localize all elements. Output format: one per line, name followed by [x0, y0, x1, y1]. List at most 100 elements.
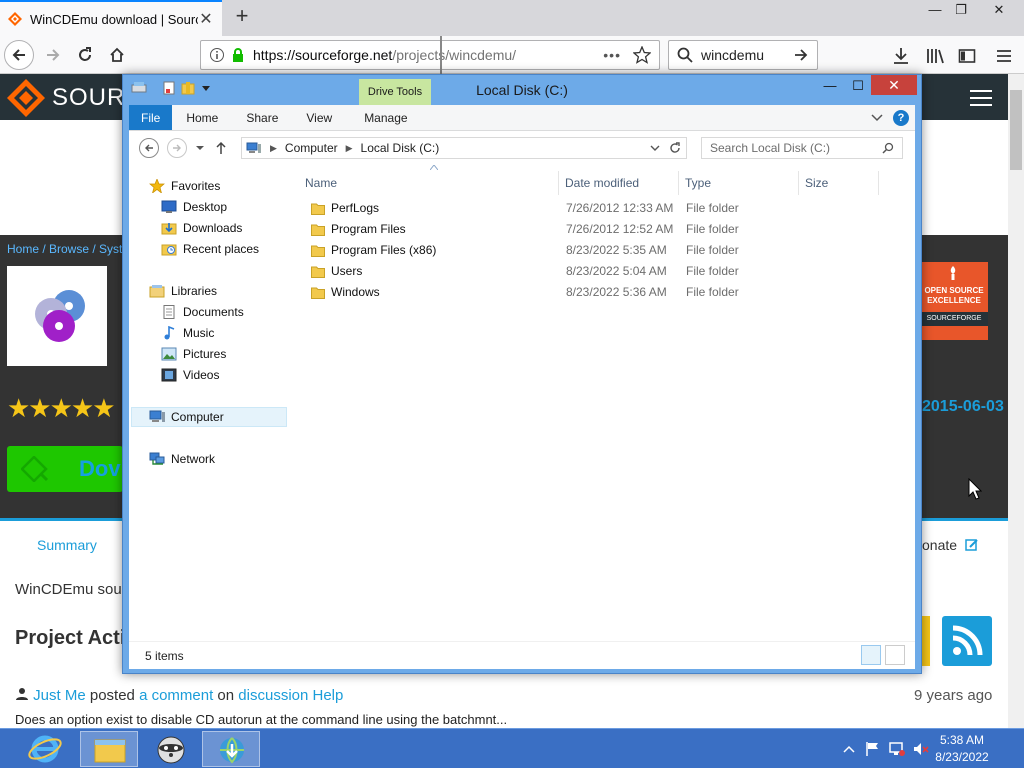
- reload-button[interactable]: [70, 40, 100, 70]
- menu-icon[interactable]: [996, 48, 1012, 64]
- refresh-icon[interactable]: [668, 141, 682, 155]
- bookmark-star-icon[interactable]: [633, 46, 651, 64]
- search-go-icon[interactable]: [793, 47, 809, 63]
- breadcrumb-computer[interactable]: Computer: [285, 141, 338, 155]
- browser-tab-active[interactable]: WinCDEmu download | SourceForge.net ✕: [0, 0, 222, 36]
- table-row[interactable]: Program Files (x86) 8/23/2022 5:35 AM Fi…: [305, 240, 905, 261]
- up-arrow-icon[interactable]: [215, 141, 227, 155]
- browser-close-button[interactable]: ✕: [982, 0, 1016, 22]
- nav-documents[interactable]: Documents: [161, 302, 244, 322]
- table-row[interactable]: Windows 8/23/2022 5:36 AM File folder: [305, 282, 905, 303]
- address-bar[interactable]: ▶ Computer ▶ Local Disk (C:): [241, 137, 687, 159]
- explorer-maximize-button[interactable]: ☐: [843, 75, 873, 97]
- chevron-right-icon[interactable]: ▶: [346, 143, 353, 154]
- nav-pictures[interactable]: Pictures: [161, 344, 226, 364]
- expand-ribbon-icon[interactable]: [871, 113, 883, 123]
- home-icon: [110, 47, 124, 62]
- search-input[interactable]: wincdemu: [668, 40, 818, 70]
- raccoon-app-button[interactable]: [142, 731, 200, 767]
- library-icon[interactable]: [926, 47, 944, 65]
- address-dropdown-icon[interactable]: [650, 143, 660, 153]
- nav-music[interactable]: Music: [161, 323, 214, 343]
- sourceforge-favicon-icon: [8, 12, 22, 26]
- explorer-search-input[interactable]: Search Local Disk (C:): [701, 137, 903, 159]
- breadcrumb[interactable]: Home / Browse / Syste: [7, 242, 129, 256]
- internet-explorer-button[interactable]: [16, 731, 74, 767]
- tab-donate[interactable]: onate: [922, 537, 979, 553]
- nav-recent-places[interactable]: Recent places: [161, 239, 259, 259]
- rss-button[interactable]: [942, 616, 992, 666]
- file-list[interactable]: Name Date modified Type Size PerfLogs 7/…: [299, 165, 915, 641]
- navigation-pane[interactable]: Favorites Desktop Downloads Recent place…: [129, 165, 289, 641]
- comment-user-link[interactable]: Just Me: [33, 687, 86, 704]
- url-path: /projects/wincdemu/: [392, 47, 517, 63]
- column-header-size[interactable]: Size: [799, 171, 879, 195]
- nav-downloads[interactable]: Downloads: [161, 218, 242, 238]
- column-header-date-modified[interactable]: Date modified: [559, 171, 679, 195]
- download-button[interactable]: Dov: [7, 446, 123, 492]
- back-button[interactable]: [4, 40, 34, 70]
- show-hidden-icons-icon[interactable]: [842, 744, 856, 754]
- tab-close-icon[interactable]: ✕: [198, 9, 214, 29]
- tab-manage[interactable]: Manage: [350, 105, 421, 130]
- cd-discs-icon: [35, 290, 85, 342]
- new-tab-button[interactable]: +: [230, 4, 254, 30]
- file-explorer-icon: [94, 739, 126, 763]
- table-row[interactable]: Users 8/23/2022 5:04 AM File folder: [305, 261, 905, 282]
- info-icon[interactable]: [209, 47, 225, 63]
- network-status-icon[interactable]: [888, 740, 906, 758]
- explorer-close-button[interactable]: ✕: [871, 75, 917, 95]
- download-manager-button[interactable]: [202, 731, 260, 767]
- explorer-back-button[interactable]: [139, 138, 159, 158]
- tab-share[interactable]: Share: [232, 105, 292, 130]
- nav-desktop-label: Desktop: [183, 200, 228, 214]
- page-actions-icon[interactable]: •••: [603, 47, 621, 63]
- volume-muted-icon[interactable]: [912, 740, 930, 758]
- internet-explorer-icon: [28, 735, 62, 763]
- recent-locations-icon[interactable]: [195, 143, 205, 153]
- file-explorer-button[interactable]: [80, 731, 138, 767]
- url-bar[interactable]: https://sourceforge.net/projects/wincdem…: [200, 40, 660, 70]
- table-row[interactable]: Program Files 7/26/2012 12:52 AM File fo…: [305, 219, 905, 240]
- explorer-forward-button[interactable]: [167, 138, 187, 158]
- explorer-minimize-button[interactable]: —: [815, 75, 845, 97]
- pictures-icon: [161, 347, 177, 361]
- explorer-titlebar[interactable]: Drive Tools Local Disk (C:) — ☐ ✕: [123, 75, 921, 105]
- file-name: Program Files: [331, 222, 406, 236]
- tab-summary[interactable]: Summary: [37, 537, 97, 553]
- browser-restore-button[interactable]: ❐: [944, 0, 978, 22]
- nav-videos[interactable]: Videos: [161, 365, 219, 385]
- nav-network-label: Network: [171, 452, 216, 466]
- nav-libraries[interactable]: Libraries: [149, 281, 217, 301]
- large-icons-view-icon[interactable]: [885, 645, 905, 665]
- comment-link[interactable]: a comment: [139, 687, 213, 704]
- nav-computer[interactable]: Computer: [149, 407, 224, 427]
- breadcrumb-local-disk[interactable]: Local Disk (C:): [361, 141, 440, 155]
- column-header-name[interactable]: Name: [299, 171, 559, 195]
- action-center-flag-icon[interactable]: [864, 740, 882, 758]
- comment-posted-text: posted: [85, 687, 140, 704]
- tab-file[interactable]: File: [129, 105, 173, 130]
- nav-desktop[interactable]: Desktop: [161, 197, 227, 217]
- project-logo: [7, 266, 107, 366]
- taskbar-clock[interactable]: 5:38 AM 8/23/2022: [932, 732, 992, 766]
- tab-home[interactable]: Home: [172, 105, 232, 130]
- table-row[interactable]: PerfLogs 7/26/2012 12:33 AM File folder: [305, 198, 905, 219]
- sidebar-icon[interactable]: [958, 47, 976, 65]
- tab-view[interactable]: View: [292, 105, 346, 130]
- page-scrollbar[interactable]: [1008, 74, 1024, 728]
- download-icon[interactable]: [892, 47, 910, 65]
- details-view-icon[interactable]: [861, 645, 881, 665]
- sourceforge-logo-icon[interactable]: [6, 78, 46, 118]
- home-button[interactable]: [102, 40, 132, 70]
- chevron-right-icon[interactable]: ▶: [270, 143, 277, 154]
- nav-favorites[interactable]: Favorites: [149, 176, 220, 196]
- view-buttons: [861, 645, 905, 665]
- comment-topic-link[interactable]: discussion Help: [238, 687, 343, 704]
- nav-network[interactable]: Network: [149, 449, 215, 469]
- sf-menu-icon[interactable]: [970, 90, 992, 108]
- forward-button[interactable]: [38, 40, 68, 70]
- page-scrollbar-thumb[interactable]: [1010, 90, 1022, 170]
- help-button[interactable]: ?: [893, 109, 909, 126]
- column-header-type[interactable]: Type: [679, 171, 799, 195]
